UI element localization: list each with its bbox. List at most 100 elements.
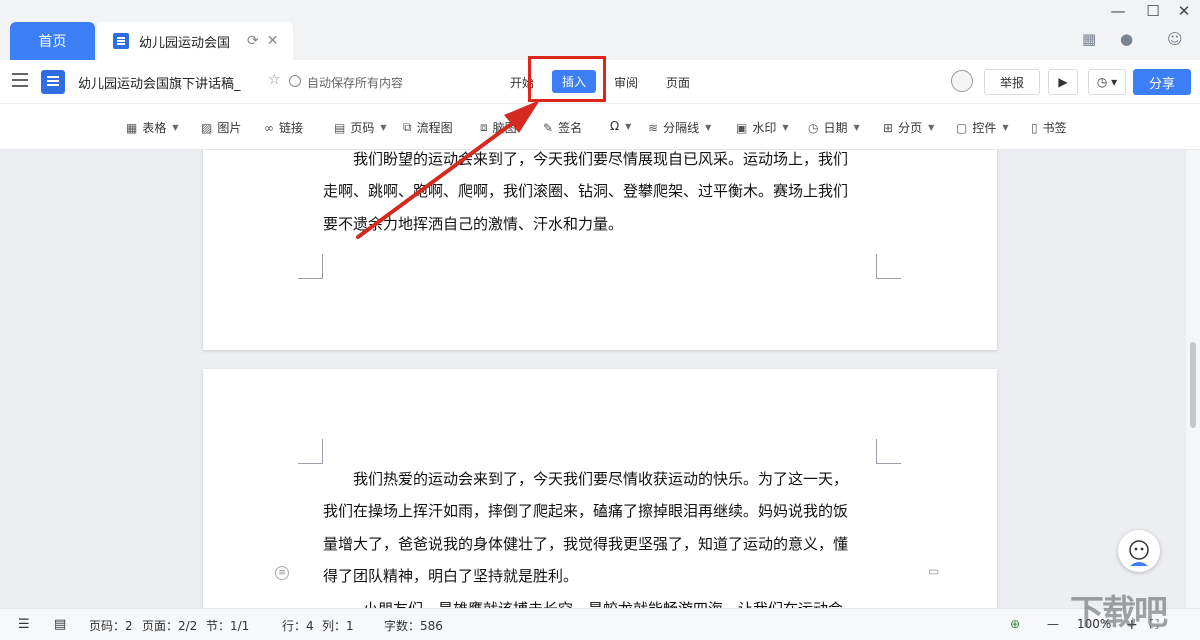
paragraph-line: 我们在操场上挥汗如雨，摔倒了爬起来，磕痛了擦掉眼泪再继续。妈妈说我的饭 <box>323 502 849 520</box>
page-code: 页码：2 <box>89 619 133 633</box>
tool-omega[interactable]: Ω ▼ <box>605 119 631 133</box>
chevron-down-icon: ▼ <box>625 121 632 131</box>
chevron-down-icon: ▼ <box>380 123 387 132</box>
document-canvas[interactable]: 我们盼望的运动会来到了，今天我们要尽情展现自已风采。运动场上，我们 走啊、跳啊、… <box>0 150 1186 608</box>
image-icon: ▨ <box>201 120 213 135</box>
user-avatar-icon[interactable]: ☺ <box>1167 30 1183 48</box>
page-number-icon: ▤ <box>334 120 346 135</box>
document-type-icon <box>41 70 65 94</box>
tool-page-break[interactable]: ⊞ 分页 ▼ <box>883 119 934 136</box>
close-window-icon[interactable]: ✕ <box>1174 2 1194 20</box>
minimize-icon[interactable]: — <box>1108 2 1128 20</box>
section-count: 节：1/1 <box>206 619 250 633</box>
word-count: 字数：586 <box>384 619 443 633</box>
tool-date[interactable]: ◷ 日期 ▼ <box>808 119 860 136</box>
menu-icon[interactable] <box>12 73 28 87</box>
tool-label: 控件 <box>972 121 997 135</box>
maximize-icon[interactable]: ☐ <box>1143 2 1163 20</box>
document-icon <box>113 33 129 49</box>
autosave-status: 自动保存所有内容 <box>307 76 404 90</box>
present-button[interactable]: ▶ <box>1048 69 1078 95</box>
site-watermark: 下载吧 <box>1070 593 1168 633</box>
tool-label: 图片 <box>217 121 242 135</box>
tool-page-number[interactable]: ▤ 页码 ▼ <box>334 119 387 136</box>
refresh-icon[interactable]: ⟳ <box>247 33 259 49</box>
paragraph-line: 走啊、跳啊、跑啊、爬啊，我们滚圈、钻洞、登攀爬架、过平衡木。赛场上我们 <box>323 182 849 200</box>
apps-grid-icon[interactable]: ▦ <box>1082 30 1096 48</box>
tool-widget[interactable]: ▢ 控件 ▼ <box>956 119 1009 136</box>
comment-icon[interactable]: ▭ <box>928 564 939 578</box>
tool-label: 表格 <box>142 121 167 135</box>
tool-label: 签名 <box>558 121 583 135</box>
title-bar: 首页 幼儿园运动会国 ⟳ ✕ — ☐ ✕ ▦ ● ☺ <box>0 0 1200 60</box>
row-indicator: 行：4 <box>282 619 314 633</box>
watermark-icon: ▣ <box>736 120 748 135</box>
history-button[interactable]: ◷ ▾ <box>1088 69 1126 95</box>
column-indicator: 列：1 <box>322 619 354 633</box>
chevron-down-icon: ▼ <box>928 123 935 132</box>
clock-icon: ◷ ▾ <box>1096 75 1118 89</box>
table-icon: ▦ <box>126 120 138 135</box>
zoom-out-button[interactable]: — <box>1047 617 1059 631</box>
insert-toolbar: ▦ 表格 ▼ ▨ 图片 ∞ 链接 ▤ 页码 ▼ ⧉ 流程图 ⧈ 脑图 ✎ 签名 Ω ▼ ≋ 分隔线 ▼ ▣ 水印 ▼ ◷ 日期 ▼ ⊞… <box>0 104 1200 150</box>
paragraph-line: 我们盼望的运动会来到了，今天我们要尽情展现自已风采。运动场上，我们 <box>353 150 849 168</box>
tab-home[interactable]: 首页 <box>10 22 95 60</box>
tool-label: 书签 <box>1042 121 1067 135</box>
collaborator-avatar[interactable] <box>951 70 973 92</box>
chevron-down-icon: ▼ <box>853 123 860 132</box>
star-icon[interactable]: ☆ <box>268 72 281 88</box>
tool-image[interactable]: ▨ 图片 <box>201 119 241 136</box>
paragraph-line: 我们热爱的运动会来到了，今天我们要尽情收获运动的快乐。为了这一天， <box>353 470 849 488</box>
link-icon: ∞ <box>264 120 274 135</box>
tool-flowchart[interactable]: ⧉ 流程图 <box>403 119 453 136</box>
paragraph-line: 要不遗余力地挥洒自己的激情、汗水和力量。 <box>323 215 624 233</box>
page-1: 我们盼望的运动会来到了，今天我们要尽情展现自已风采。运动场上，我们 走啊、跳啊、… <box>203 150 997 350</box>
message-icon[interactable]: ● <box>1120 30 1133 48</box>
share-button[interactable]: 分享 <box>1133 69 1191 95</box>
divider-icon: ≋ <box>648 120 659 135</box>
page-count: 页面：2/2 <box>142 619 198 633</box>
tool-label: 分隔线 <box>663 121 700 135</box>
tool-label: Ω <box>610 119 620 133</box>
tab-document[interactable]: 幼儿园运动会国 ⟳ ✕ <box>97 22 293 60</box>
tool-label: 分页 <box>898 121 923 135</box>
widget-icon: ▢ <box>956 120 968 135</box>
page-break-icon: ⊞ <box>883 120 894 135</box>
outline-icon[interactable]: ☰ <box>18 617 30 632</box>
tool-watermark[interactable]: ▣ 水印 ▼ <box>736 119 789 136</box>
autosave-icon <box>289 75 301 87</box>
chevron-down-icon: ▼ <box>705 123 712 132</box>
tool-label: 链接 <box>279 121 304 135</box>
tool-label: 脑图 <box>492 121 517 135</box>
paragraph-handle-icon[interactable]: ≡ <box>275 566 289 580</box>
margin-corner-mark <box>298 254 323 279</box>
scrollbar-thumb[interactable] <box>1190 342 1196 428</box>
assistant-avatar-icon[interactable] <box>1118 530 1160 572</box>
tool-table[interactable]: ▦ 表格 ▼ <box>126 119 179 136</box>
paragraph-line: 得了团队精神，明白了坚持就是胜利。 <box>323 567 579 585</box>
tab-document-title: 幼儿园运动会国 <box>139 35 231 51</box>
tool-label: 页码 <box>350 121 375 135</box>
tool-mindmap[interactable]: ⧈ 脑图 <box>480 119 517 136</box>
margin-corner-mark <box>876 254 901 279</box>
globe-icon[interactable]: ⊕ <box>1010 617 1020 631</box>
document-title[interactable]: 幼儿园运动会国旗下讲话稿_ <box>78 73 241 92</box>
report-button[interactable]: 举报 <box>984 69 1040 95</box>
mindmap-icon: ⧈ <box>480 120 488 134</box>
flowchart-icon: ⧉ <box>403 120 412 134</box>
tool-signature[interactable]: ✎ 签名 <box>543 119 582 136</box>
bookmark-icon: ▯ <box>1031 120 1038 135</box>
chevron-down-icon: ▼ <box>782 123 789 132</box>
tool-bookmark[interactable]: ▯ 书签 <box>1031 119 1067 136</box>
tool-label: 水印 <box>752 121 777 135</box>
tool-divider[interactable]: ≋ 分隔线 ▼ <box>648 119 711 136</box>
tool-link[interactable]: ∞ 链接 <box>264 119 303 136</box>
margin-corner-mark <box>876 439 901 464</box>
paragraph-line: 量增大了，爸爸说我的身体健壮了，我觉得我更坚强了，知道了运动的意义，懂 <box>323 535 849 553</box>
paragraph-line: 小朋友们，是雄鹰就该搏击长空，是蛟龙就能畅游四海。让我们在运动会 <box>363 593 843 608</box>
menu-tab-page[interactable]: 页面 <box>666 74 690 91</box>
vertical-scrollbar[interactable] <box>1186 150 1200 608</box>
document-list-icon[interactable]: ▤ <box>54 617 66 632</box>
menu-tab-review[interactable]: 审阅 <box>614 74 638 91</box>
close-tab-icon[interactable]: ✕ <box>267 33 279 49</box>
